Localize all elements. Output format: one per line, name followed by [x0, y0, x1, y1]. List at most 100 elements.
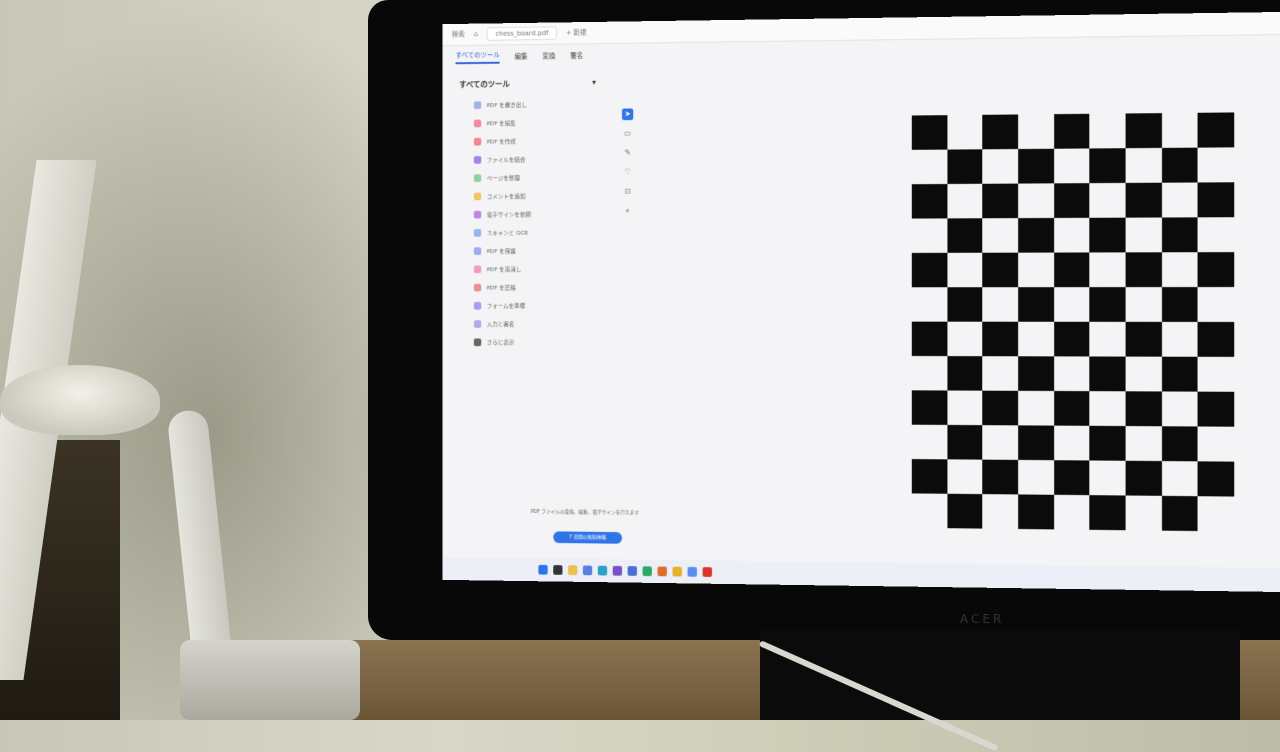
search-zoom-icon[interactable]: ⌕ [622, 205, 633, 217]
tool-label: PDF を作成 [487, 137, 516, 146]
menu-item-edit[interactable]: 編集 [515, 52, 528, 62]
checker-square [1198, 322, 1234, 357]
search-taskbar-icon[interactable] [553, 565, 562, 575]
screen: 検索 ⌂ chess_board.pdf + 新規 すべてのツール 編集 変換 … [443, 12, 1280, 592]
chrome-icon[interactable] [673, 567, 682, 577]
tool-icon [474, 137, 481, 145]
tool-item[interactable]: PDF を書き出し [454, 94, 602, 114]
panel-title-text: すべてのツール [459, 79, 510, 90]
lamp-head [0, 365, 160, 435]
checker-square [912, 253, 947, 287]
checker-square [983, 184, 1019, 219]
checker-square [1090, 356, 1126, 391]
app-icon-1[interactable] [613, 566, 622, 576]
checker-square [1054, 183, 1090, 218]
checker-square [1090, 148, 1126, 183]
checker-square [912, 459, 947, 494]
checker-square [1090, 218, 1126, 253]
search-box[interactable]: 検索 [452, 30, 465, 40]
tool-label: PDF を保護 [487, 246, 516, 255]
app-icon-5[interactable] [688, 567, 697, 577]
tool-icon [474, 119, 481, 127]
app-icon-3[interactable] [643, 566, 652, 576]
explorer-icon[interactable] [568, 565, 577, 575]
checker-square [1126, 183, 1162, 218]
store-icon[interactable] [583, 565, 592, 575]
tool-item[interactable]: フォームを準備 [454, 296, 602, 314]
home-icon[interactable]: ⌂ [474, 30, 478, 38]
cursor-icon[interactable]: ➤ [622, 108, 633, 120]
tool-item[interactable]: ページを整理 [454, 168, 602, 187]
zoom-area-icon[interactable]: ⊡ [622, 186, 633, 198]
checker-square [1126, 391, 1162, 426]
checker-square [1198, 252, 1234, 287]
free-trial-button[interactable]: 7 日間の無料体験 [553, 531, 622, 543]
checker-square [983, 322, 1019, 357]
tool-icon [474, 101, 481, 109]
checker-square [1162, 496, 1198, 531]
file-tab[interactable]: chess_board.pdf [487, 26, 556, 40]
pen-icon[interactable]: ✎ [622, 147, 633, 159]
checker-square [1018, 218, 1054, 253]
tool-item[interactable]: コメントを追加 [454, 186, 602, 205]
shape-icon[interactable]: ♡ [622, 167, 633, 179]
tool-label: フォームを準備 [487, 301, 526, 310]
tool-icon [474, 320, 481, 328]
checker-square [947, 149, 982, 184]
tool-icon [474, 247, 481, 255]
checker-square [1054, 252, 1090, 287]
acrobat-icon[interactable] [703, 567, 712, 577]
tool-item[interactable]: スキャンと OCR [454, 223, 602, 242]
tool-list: PDF を書き出し PDF を編集 PDF を作成ファイルを結合ページを整理コメント… [454, 94, 602, 351]
checker-square [1126, 322, 1162, 357]
tool-label: ページを整理 [487, 173, 520, 182]
checker-square [947, 356, 982, 391]
tool-item[interactable]: PDF を保護 [454, 241, 602, 260]
app-icon-4[interactable] [658, 567, 667, 577]
checker-square [1054, 391, 1090, 426]
start-icon[interactable] [538, 565, 547, 575]
tool-icon [474, 229, 481, 237]
menu-item-sign[interactable]: 署名 [570, 51, 583, 61]
menu-item-convert[interactable]: 変換 [542, 51, 555, 61]
edge-icon[interactable] [598, 566, 607, 576]
tool-item[interactable]: ファイルを結合 [454, 149, 602, 168]
tool-item[interactable]: PDF を墨消し [454, 259, 602, 278]
tool-item[interactable]: 電子サインを依頼 [454, 204, 602, 223]
tool-label: PDF を墨消し [487, 264, 522, 273]
app-icon-2[interactable] [628, 566, 637, 576]
checker-square [1162, 426, 1198, 461]
checker-square [1018, 425, 1054, 460]
tool-item[interactable]: PDF を圧縮 [454, 278, 602, 296]
checker-square [1090, 426, 1126, 461]
tool-icon [474, 174, 481, 182]
tool-icon [474, 338, 481, 346]
tool-icon [474, 302, 481, 310]
checker-square [1090, 287, 1126, 322]
checker-square [1126, 252, 1162, 287]
checker-square [1090, 495, 1126, 530]
checkerboard [912, 112, 1234, 531]
checker-square [1018, 149, 1054, 184]
checker-square [1198, 112, 1234, 147]
tool-label: 入力と署名 [487, 319, 515, 328]
menu-item-all-tools[interactable]: すべてのツール [456, 50, 500, 64]
tool-item[interactable]: PDF を作成 [454, 131, 602, 151]
new-tab-button[interactable]: + 新規 [566, 28, 587, 38]
checker-square [1018, 287, 1054, 322]
chevron-down-icon[interactable]: ▾ [592, 78, 596, 89]
comment-icon[interactable]: ▭ [622, 128, 633, 140]
checker-square [983, 114, 1019, 149]
checker-square [1198, 392, 1234, 427]
checker-square [1162, 287, 1198, 322]
tool-label: PDF を圧縮 [487, 283, 516, 292]
checker-square [1018, 494, 1054, 529]
checker-square [1198, 182, 1234, 217]
tool-item[interactable]: PDF を編集 [454, 113, 602, 133]
lamp-base [180, 640, 360, 720]
tool-item[interactable]: 入力と署名 [454, 314, 602, 332]
tool-label: PDF を書き出し [487, 100, 527, 109]
tool-item[interactable]: さらに表示 [454, 333, 602, 352]
checker-square [1018, 356, 1054, 391]
tool-icon [474, 210, 481, 218]
